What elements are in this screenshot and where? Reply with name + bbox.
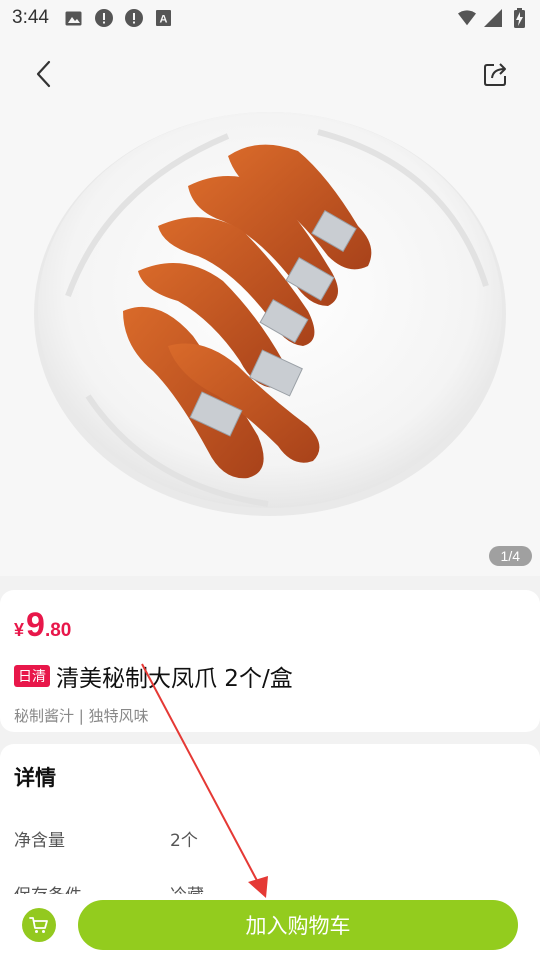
bottom-action-bar: 加入购物车 bbox=[0, 894, 540, 960]
cart-button[interactable] bbox=[22, 908, 56, 942]
product-info-card: ¥ 9 .80 日清 清美秘制大凤爪 2个/盒 秘制酱汁 | 独特风味 bbox=[0, 590, 540, 732]
status-notification-icons: A bbox=[65, 9, 173, 27]
details-title: 详情 bbox=[14, 766, 56, 790]
gallery-page-indicator: 1/4 bbox=[488, 546, 532, 566]
status-system-icons bbox=[458, 8, 528, 28]
back-button[interactable] bbox=[26, 56, 62, 92]
spec-key: 净含量 bbox=[14, 831, 65, 851]
product-price: ¥ 9 .80 bbox=[14, 606, 526, 645]
battery-icon bbox=[510, 8, 528, 28]
share-button[interactable] bbox=[478, 56, 514, 92]
add-to-cart-button[interactable]: 加入购物车 bbox=[78, 900, 518, 950]
product-title-row: 日清 清美秘制大凤爪 2个/盒 bbox=[14, 659, 526, 693]
status-time: 3:44 bbox=[12, 7, 49, 28]
signal-icon bbox=[484, 9, 502, 27]
status-bar: 3:44 A bbox=[0, 0, 540, 36]
text-icon: A bbox=[155, 9, 173, 27]
image-icon bbox=[65, 9, 83, 27]
alert-icon bbox=[124, 9, 143, 27]
product-gallery[interactable]: 1/4 bbox=[0, 36, 540, 576]
share-icon bbox=[484, 63, 506, 86]
product-tag: 日清 bbox=[14, 665, 50, 687]
cart-icon bbox=[29, 917, 48, 933]
spec-value: 2个 bbox=[170, 831, 198, 851]
price-decimal: .80 bbox=[44, 620, 72, 641]
product-title: 清美秘制大凤爪 2个/盒 bbox=[56, 666, 293, 692]
price-currency: ¥ bbox=[14, 620, 25, 640]
price-integer: 9 bbox=[26, 606, 45, 644]
product-subtitle: 秘制酱汁 | 独特风味 bbox=[14, 707, 149, 725]
svg-text:A: A bbox=[160, 14, 168, 26]
alert-icon bbox=[94, 9, 113, 27]
wifi-icon bbox=[458, 9, 476, 27]
spec-row: 净含量 2个 bbox=[14, 826, 526, 851]
product-image bbox=[34, 112, 506, 516]
chevron-left-icon bbox=[36, 60, 51, 88]
